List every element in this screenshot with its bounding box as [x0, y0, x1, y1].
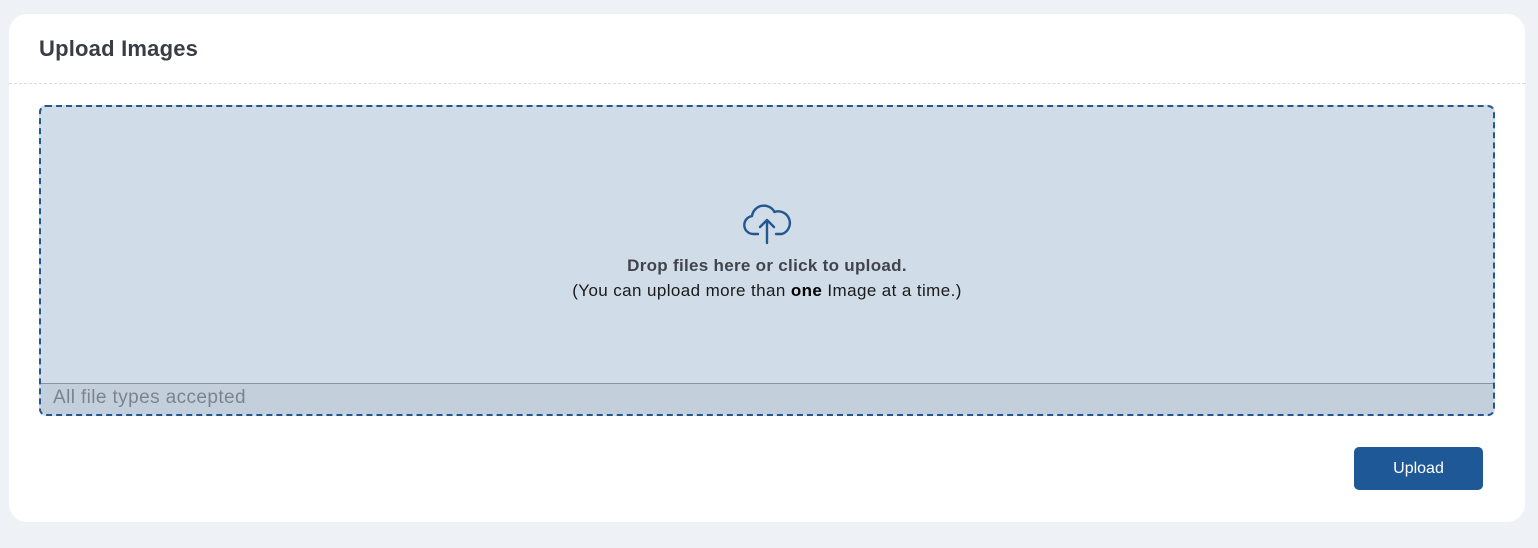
dropzone-subtitle-emphasis: one — [790, 281, 823, 300]
dropzone-subtitle-start: (You can upload more than — [572, 281, 791, 300]
dropzone-subtitle-end: Image at a time.) — [822, 281, 962, 300]
file-dropzone[interactable]: Drop files here or click to upload. (You… — [39, 105, 1495, 416]
dropzone-subtitle: (You can upload more than one Image at a… — [41, 281, 1493, 301]
cloud-upload-icon — [741, 203, 793, 245]
dropzone-message: Drop files here or click to upload. (You… — [41, 203, 1493, 301]
dropzone-title: Drop files here or click to upload. — [627, 256, 907, 275]
dropzone-footer: All file types accepted — [41, 383, 1493, 414]
accepted-file-types-note: All file types accepted — [53, 387, 246, 408]
card-title: Upload Images — [39, 36, 199, 61]
upload-images-card: Upload Images Drop files here or click t… — [9, 14, 1525, 522]
upload-button[interactable]: Upload — [1354, 447, 1483, 490]
card-header: Upload Images — [9, 14, 1525, 84]
